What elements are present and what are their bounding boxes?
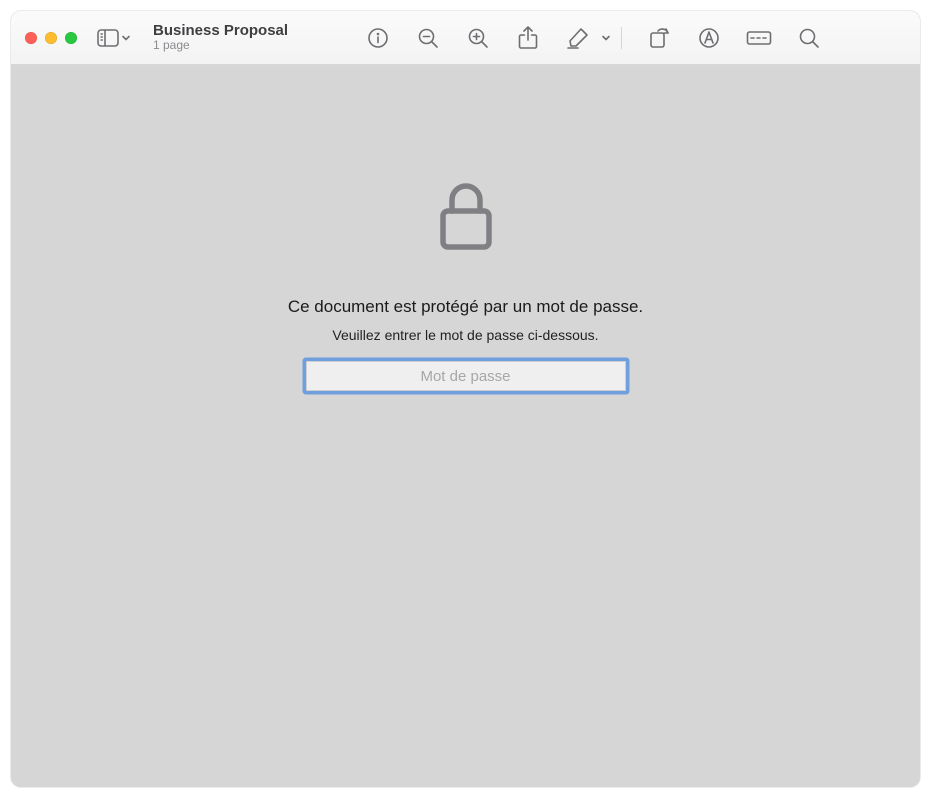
markup-button[interactable] — [696, 25, 722, 51]
close-button[interactable] — [25, 32, 37, 44]
content-area: Ce document est protégé par un mot de pa… — [11, 65, 920, 787]
chevron-down-icon[interactable] — [601, 33, 611, 43]
rotate-icon — [648, 27, 670, 49]
redact-icon — [746, 29, 772, 47]
sidebar-toggle-button[interactable] — [97, 29, 131, 47]
protected-subtext: Veuillez entrer le mot de passe ci-desso… — [332, 327, 598, 343]
toolbar-separator — [621, 27, 622, 49]
lock-icon — [438, 181, 494, 251]
info-button[interactable] — [365, 25, 391, 51]
zoom-button[interactable] — [65, 32, 77, 44]
zoom-in-icon — [467, 27, 489, 49]
share-button[interactable] — [515, 25, 541, 51]
search-button[interactable] — [796, 25, 822, 51]
zoom-out-button[interactable] — [415, 25, 441, 51]
window-controls — [25, 32, 77, 44]
info-icon — [367, 27, 389, 49]
toolbar — [365, 25, 822, 51]
protected-heading: Ce document est protégé par un mot de pa… — [288, 297, 643, 317]
minimize-button[interactable] — [45, 32, 57, 44]
share-icon — [518, 26, 538, 50]
highlight-button[interactable] — [565, 25, 591, 51]
title-block: Business Proposal 1 page — [153, 22, 323, 53]
chevron-down-icon — [121, 33, 131, 43]
document-title: Business Proposal — [153, 22, 323, 39]
sidebar-icon — [97, 29, 119, 47]
titlebar: Business Proposal 1 page — [11, 11, 920, 65]
search-icon — [798, 27, 820, 49]
password-input[interactable] — [306, 361, 626, 391]
highlight-icon — [566, 27, 590, 49]
zoom-in-button[interactable] — [465, 25, 491, 51]
rotate-button[interactable] — [646, 25, 672, 51]
redact-button[interactable] — [746, 25, 772, 51]
document-subtitle: 1 page — [153, 39, 323, 53]
zoom-out-icon — [417, 27, 439, 49]
app-window: Business Proposal 1 page — [11, 11, 920, 787]
markup-icon — [698, 27, 720, 49]
